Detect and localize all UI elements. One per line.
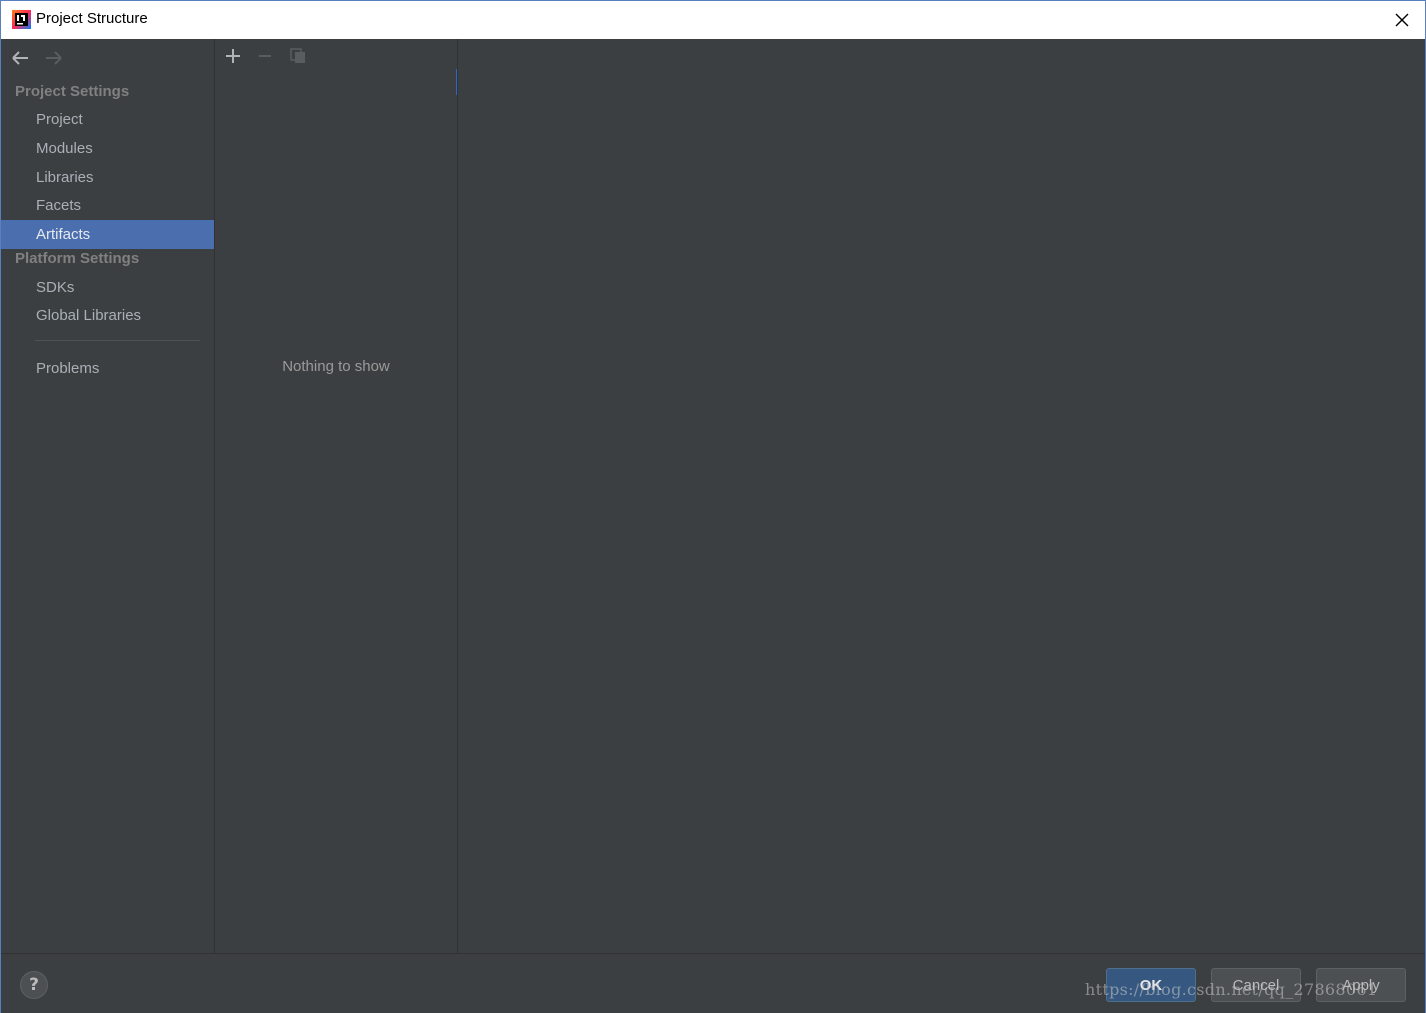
platform-settings-header: Platform Settings xyxy=(15,250,140,267)
sidebar-item-label: Modules xyxy=(36,140,93,157)
sidebar-item-label: Artifacts xyxy=(36,226,91,243)
arrow-right-icon[interactable] xyxy=(42,47,64,69)
intellij-icon xyxy=(12,10,31,29)
sidebar-divider xyxy=(35,340,200,341)
sidebar-item-label: SDKs xyxy=(36,279,75,296)
sidebar-item-libraries[interactable]: Libraries xyxy=(1,163,214,192)
sidebar-item-sdks[interactable]: SDKs xyxy=(1,273,214,302)
sidebar-item-project[interactable]: Project xyxy=(1,105,214,134)
close-button[interactable] xyxy=(1379,1,1425,39)
sidebar-item-label: Problems xyxy=(36,360,100,377)
sidebar-item-modules[interactable]: Modules xyxy=(1,134,214,163)
sidebar-item-label: Project xyxy=(36,111,83,128)
arrow-left-icon[interactable] xyxy=(10,47,32,69)
sidebar-item-global-libraries[interactable]: Global Libraries xyxy=(1,301,214,330)
sidebar-item-facets[interactable]: Facets xyxy=(1,191,214,220)
artifacts-list-panel: Nothing to show xyxy=(215,39,458,953)
minus-icon[interactable] xyxy=(255,46,275,66)
detail-panel xyxy=(458,39,1425,953)
text-caret xyxy=(456,69,457,95)
sidebar-item-label: Global Libraries xyxy=(36,307,142,324)
sidebar-item-label: Libraries xyxy=(36,169,94,186)
project-structure-dialog: Project Structure Project Settings Proje… xyxy=(0,0,1426,1013)
close-icon xyxy=(1395,13,1409,27)
plus-icon[interactable] xyxy=(223,46,243,66)
title-bar: Project Structure xyxy=(1,1,1425,39)
help-button[interactable]: ? xyxy=(20,971,48,999)
sidebar-item-artifacts[interactable]: Artifacts xyxy=(1,220,214,249)
empty-state-text: Nothing to show xyxy=(282,358,390,375)
window-title: Project Structure xyxy=(36,10,148,27)
project-settings-header: Project Settings xyxy=(15,83,130,100)
sidebar-item-label: Facets xyxy=(36,197,82,214)
settings-sidebar: Project Settings Project Modules Librari… xyxy=(1,39,215,953)
copy-icon[interactable] xyxy=(288,46,308,66)
watermark-text: https://blog.csdn.net/qq_27868061 xyxy=(1085,980,1378,999)
sidebar-item-problems[interactable]: Problems xyxy=(1,354,214,383)
